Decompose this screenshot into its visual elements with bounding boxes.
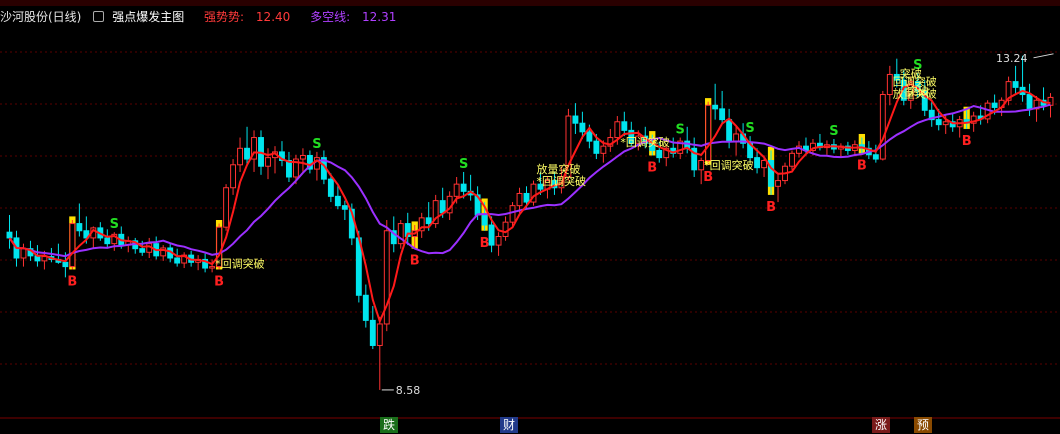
candle-body <box>327 178 334 197</box>
candle-body <box>789 152 795 167</box>
candle-body <box>572 115 579 124</box>
candle-body <box>453 183 460 197</box>
candle-body <box>733 133 740 142</box>
candle-body <box>488 224 495 246</box>
candle-body <box>341 205 348 210</box>
candle-body <box>523 192 530 203</box>
buy-signal-label: B <box>857 158 867 173</box>
candle-body <box>265 157 271 167</box>
candle-body <box>579 122 586 133</box>
sell-signal-label: S <box>829 124 838 139</box>
max-marker-arrow <box>1033 53 1054 59</box>
buy-signal-label: B <box>647 160 657 175</box>
candle-body <box>991 102 998 108</box>
buy-signal-label: B <box>67 274 77 289</box>
candle-body <box>223 187 230 228</box>
candle-body <box>942 121 949 126</box>
candle-body <box>6 231 13 239</box>
candle-body <box>425 217 432 225</box>
candle-body <box>726 119 733 142</box>
longshort-line <box>8 103 1051 258</box>
candle-body <box>362 294 369 321</box>
strong-line <box>8 82 1051 325</box>
max-price-label: 13.24 <box>996 52 1028 65</box>
break-label: 突破 <box>907 84 929 98</box>
candle-body <box>237 147 243 166</box>
candle-body <box>209 266 216 269</box>
candle-body <box>1026 94 1033 110</box>
candle-body <box>334 195 341 207</box>
event-marker[interactable]: 预 <box>914 417 933 433</box>
event-marker[interactable]: 跌 <box>380 417 399 433</box>
buy-signal-label: B <box>766 200 776 215</box>
candle-body <box>439 200 446 214</box>
event-marker[interactable]: 财 <box>500 417 519 433</box>
pullback-break-label: *回调突破 <box>215 256 264 270</box>
buy-signal-label: B <box>962 134 972 149</box>
candle-body <box>600 145 607 154</box>
candle-body <box>369 319 376 346</box>
candle-body <box>872 154 879 160</box>
candle-body <box>104 237 111 245</box>
candle-body <box>614 121 621 139</box>
pullback-break-label: *回调突破 <box>620 135 670 149</box>
candle-body <box>705 104 712 161</box>
buy-signal-label: B <box>480 236 490 251</box>
break-label: 突破 <box>900 66 922 80</box>
candle-body <box>139 248 146 253</box>
buy-signal-label: B <box>703 170 713 185</box>
candle-body <box>879 94 886 160</box>
candle-body <box>495 235 502 246</box>
chart-root: 沙河股份(日线) 强点爆发主图 强势势: 12.40 多空线: 12.31 BS… <box>0 0 1060 434</box>
candle-body <box>69 223 76 268</box>
candle-body <box>621 121 628 131</box>
candle-body <box>509 205 516 223</box>
volume-break-label: 放量突破 <box>536 162 580 176</box>
candle-body <box>376 323 383 346</box>
candle-body <box>76 223 83 232</box>
candlestick-chart[interactable]: BSBSBSBBSBSBSBSB*回调突破*回调突破放量突破*回调突破*回调突破… <box>0 0 1060 434</box>
candle-body <box>502 221 509 237</box>
candle-body <box>719 108 726 121</box>
candle-body <box>481 214 488 226</box>
sell-signal-label: S <box>459 157 468 172</box>
candle-body <box>62 261 69 268</box>
event-marker[interactable]: 涨 <box>872 417 891 433</box>
candle-body <box>712 104 719 110</box>
candle-body <box>174 257 181 264</box>
candle-body <box>244 147 250 160</box>
buy-signal-label: B <box>214 274 224 289</box>
sell-signal-label: S <box>745 121 754 136</box>
candle-body <box>1012 81 1019 88</box>
candle-body <box>20 248 27 259</box>
candle-body <box>460 183 467 192</box>
candle-body <box>886 73 893 96</box>
candle-body <box>516 192 523 207</box>
sell-signal-label: S <box>676 123 685 138</box>
candle-body <box>230 164 237 189</box>
buy-signal-label: B <box>410 254 420 269</box>
candle-body <box>698 159 705 171</box>
pullback-break-label: *回调突破 <box>536 174 586 188</box>
candle-body <box>754 157 761 169</box>
candle-body <box>299 154 306 160</box>
sell-signal-label: S <box>110 217 119 232</box>
candle-body <box>593 140 600 154</box>
candle-body <box>286 159 292 178</box>
candle-body <box>656 149 663 159</box>
candle-body <box>586 131 593 142</box>
min-price-label: 8.58 <box>396 384 421 397</box>
pullback-break-label: *回调突破 <box>704 158 754 172</box>
candle-body <box>935 119 942 126</box>
sell-signal-label: S <box>312 137 321 152</box>
candle-body <box>775 180 781 187</box>
